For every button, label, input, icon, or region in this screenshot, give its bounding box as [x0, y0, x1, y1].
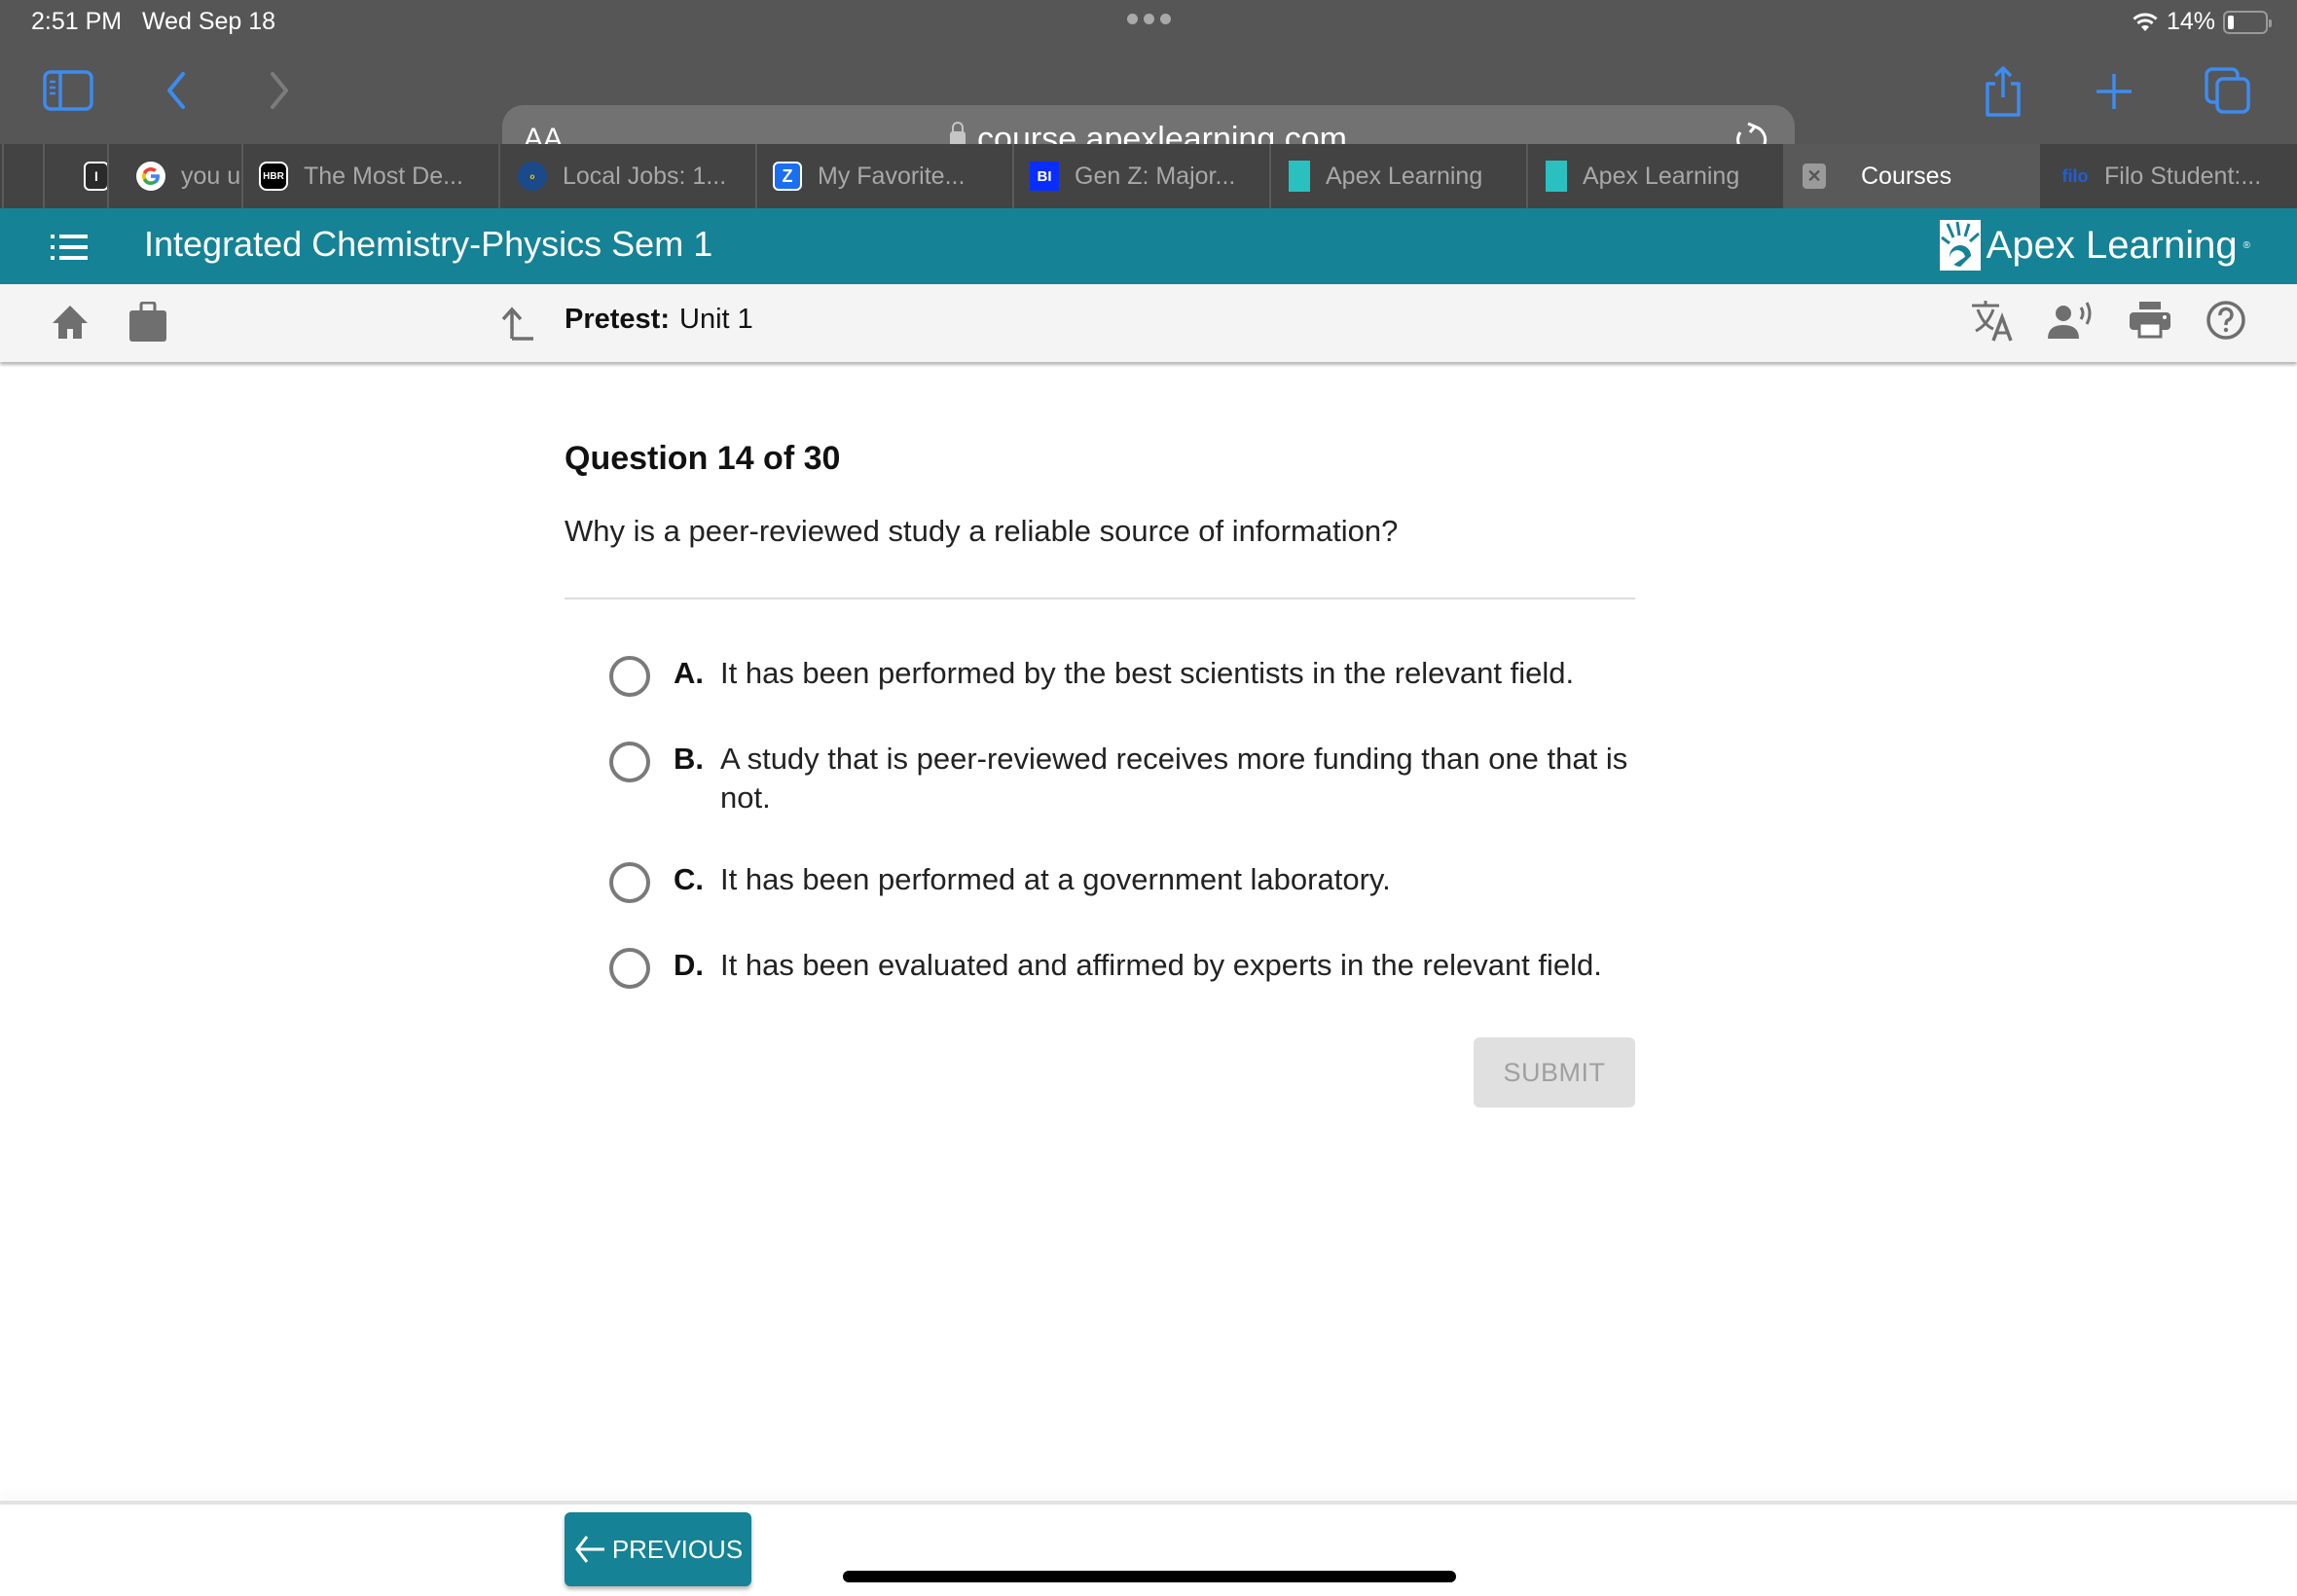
new-tab-icon[interactable] [2095, 72, 2133, 111]
breadcrumb-value: Unit 1 [679, 304, 753, 335]
breadcrumb: Pretest: Unit 1 [565, 304, 753, 336]
answer-option-a[interactable]: A. It has been performed by the best sci… [609, 648, 1641, 697]
option-letter: C. [674, 862, 704, 896]
print-icon[interactable] [2130, 302, 2170, 344]
apex-logo-text: Apex Learning [1986, 223, 2238, 267]
answer-option-b[interactable]: B. A study that is peer-reviewed receive… [609, 734, 1641, 817]
apex-icon [1289, 161, 1310, 192]
business-insider-icon: BI [1030, 162, 1059, 191]
question-number: Question 14 of 30 [565, 440, 841, 477]
tab-9[interactable]: filo Filo Student:... [2040, 144, 2297, 208]
tab-7[interactable]: Apex Learning [1526, 144, 1783, 208]
translate-icon[interactable] [1970, 300, 2015, 347]
breadcrumb-label: Pretest: [565, 304, 670, 335]
onet-icon: o [518, 162, 547, 191]
up-level-icon[interactable] [500, 306, 535, 345]
radio-button[interactable] [609, 742, 650, 782]
radio-button[interactable] [609, 862, 650, 903]
question-prompt: Why is a peer-reviewed study a reliable … [565, 514, 1399, 548]
registered-mark: ® [2242, 239, 2250, 251]
previous-label: PREVIOUS [611, 1534, 744, 1564]
apex-learning-logo[interactable]: Apex Learning ® [1939, 220, 2250, 271]
tab-1[interactable]: you u [107, 144, 241, 208]
tab-4[interactable]: Z My Favorite... [755, 144, 1012, 208]
tab-title: Courses [1861, 162, 1952, 190]
filo-icon: filo [2061, 165, 2089, 186]
close-tab-icon[interactable]: ✕ [1803, 163, 1826, 189]
tab-5[interactable]: BI Gen Z: Major... [1012, 144, 1269, 208]
tab-title: Apex Learning [1583, 162, 1740, 190]
radio-button[interactable] [609, 656, 650, 697]
answer-options: A. It has been performed by the best sci… [609, 648, 1641, 989]
briefcase-icon[interactable] [128, 301, 167, 347]
status-time: 2:51 PM Wed Sep 18 [31, 8, 275, 36]
option-letter: A. [674, 656, 704, 690]
tab-title: Apex Learning [1326, 162, 1483, 190]
browser-toolbar: AA course.apexlearning.com [0, 51, 2297, 175]
tab-8-active[interactable]: ✕ Courses [1783, 144, 2040, 208]
tab-favicon-i: I [84, 162, 107, 191]
multitasking-dots-icon[interactable] [1127, 14, 1171, 24]
menu-list-icon[interactable] [51, 234, 88, 266]
sidebar-toggle-icon[interactable] [43, 70, 93, 111]
tab-3[interactable]: o Local Jobs: 1... [498, 144, 755, 208]
apex-logo-icon [1939, 220, 1981, 271]
share-icon[interactable] [1982, 64, 2024, 119]
radio-button[interactable] [609, 948, 650, 989]
date-text: Wed Sep 18 [141, 8, 276, 35]
back-icon[interactable] [162, 70, 191, 111]
tab-pinned-blank[interactable] [2, 144, 43, 208]
previous-button[interactable]: PREVIOUS [565, 1512, 751, 1586]
zillow-icon: Z [773, 162, 802, 191]
answer-option-c[interactable]: C. It has been performed at a government… [609, 854, 1641, 903]
tab-2[interactable]: HBR The Most De... [241, 144, 498, 208]
tab-title: Filo Student:... [2104, 162, 2262, 190]
course-header: Integrated Chemistry-Physics Sem 1 Apex … [0, 208, 2297, 284]
option-letter: D. [674, 948, 704, 982]
wifi-icon [2133, 13, 2158, 31]
forward-icon[interactable] [265, 70, 294, 111]
submit-button[interactable]: SUBMIT [1474, 1037, 1635, 1107]
tabs-overview-icon[interactable] [2204, 66, 2252, 115]
battery-icon [2223, 10, 2272, 34]
footer-divider [0, 1501, 2297, 1505]
apex-icon [1546, 161, 1567, 192]
tab-strip: I you u HBR The Most De... o Local Jobs:… [0, 144, 2297, 208]
course-title: Integrated Chemistry-Physics Sem 1 [144, 224, 713, 264]
arrow-left-icon [574, 1536, 604, 1563]
help-icon[interactable] [2206, 300, 2246, 345]
time-text: 2:51 PM [31, 8, 123, 35]
tab-0[interactable]: I [43, 144, 107, 208]
option-letter: B. [674, 742, 704, 776]
home-indicator[interactable] [843, 1571, 1456, 1582]
status-indicators: 14% [2132, 8, 2272, 36]
option-text: A study that is peer-reviewed receives m… [720, 742, 1628, 815]
option-text: It has been evaluated and affirmed by ex… [720, 948, 1602, 982]
option-text: It has been performed by the best scient… [720, 656, 1575, 690]
tab-title: Local Jobs: 1... [563, 162, 727, 190]
question-divider [565, 598, 1635, 599]
hbr-icon: HBR [259, 162, 288, 191]
home-icon[interactable] [51, 304, 90, 345]
option-text: It has been performed at a government la… [720, 862, 1391, 896]
activity-toolbar: Pretest: Unit 1 [0, 284, 2297, 362]
tab-6[interactable]: Apex Learning [1269, 144, 1526, 208]
google-icon [136, 162, 165, 191]
status-bar: 2:51 PM Wed Sep 18 14% [0, 0, 2297, 51]
tab-title: The Most De... [304, 162, 463, 190]
answer-option-d[interactable]: D. It has been evaluated and affirmed by… [609, 940, 1641, 989]
tab-title: My Favorite... [818, 162, 966, 190]
text-to-speech-icon[interactable] [2048, 302, 2095, 345]
tab-title: you u [181, 162, 241, 190]
battery-percent: 14% [2166, 8, 2215, 35]
tab-title: Gen Z: Major... [1075, 162, 1236, 190]
